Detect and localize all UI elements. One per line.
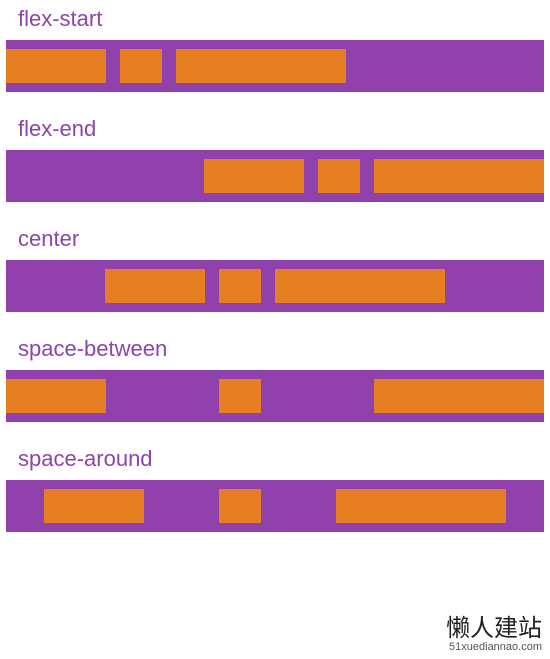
row-space-between [6, 370, 544, 422]
box-1 [204, 159, 304, 193]
box-3 [374, 379, 544, 413]
label-flex-end: flex-end [18, 116, 544, 142]
box-1 [105, 269, 205, 303]
row-space-around [6, 480, 544, 532]
box-3 [176, 49, 346, 83]
label-space-around: space-around [18, 446, 544, 472]
box-2 [219, 489, 261, 523]
section-center: center [6, 226, 544, 312]
box-2 [318, 159, 360, 193]
watermark-title: 懒人建站 [446, 617, 542, 641]
box-2 [120, 49, 162, 83]
box-3 [336, 489, 506, 523]
box-2 [219, 379, 261, 413]
row-center [6, 260, 544, 312]
box-1 [6, 379, 106, 413]
section-space-around: space-around [6, 446, 544, 532]
row-flex-start [6, 40, 544, 92]
box-2 [219, 269, 261, 303]
watermark-url: 51xuediannao.com [446, 641, 542, 653]
watermark: 懒人建站 51xuediannao.com [446, 617, 542, 653]
label-center: center [18, 226, 544, 252]
box-3 [374, 159, 544, 193]
row-flex-end [6, 150, 544, 202]
box-1 [6, 49, 106, 83]
section-flex-start: flex-start [6, 6, 544, 92]
label-space-between: space-between [18, 336, 544, 362]
label-flex-start: flex-start [18, 6, 544, 32]
section-flex-end: flex-end [6, 116, 544, 202]
section-space-between: space-between [6, 336, 544, 422]
box-1 [44, 489, 144, 523]
box-3 [275, 269, 445, 303]
